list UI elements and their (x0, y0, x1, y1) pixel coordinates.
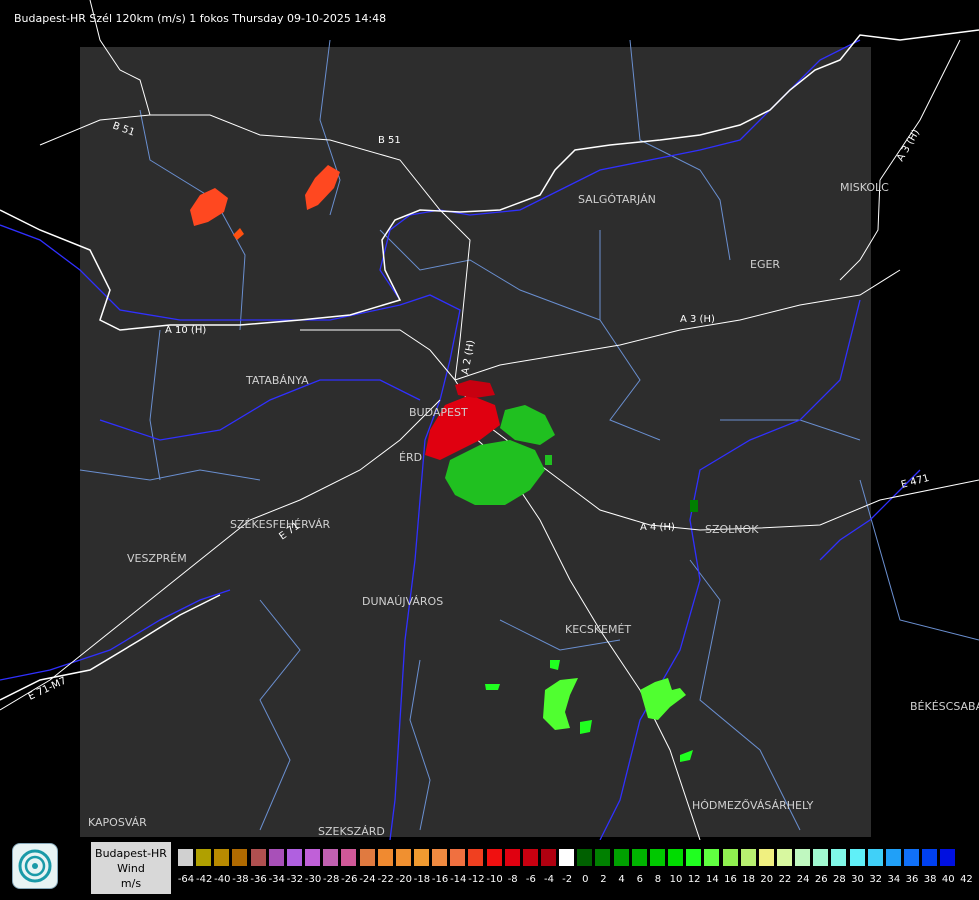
city-label: KAPOSVÁR (88, 816, 147, 829)
scale-swatch (394, 848, 412, 867)
legend-radar-name: Budapest-HR (95, 847, 167, 860)
echo-cell (485, 684, 500, 690)
scale-swatch (812, 848, 830, 867)
scale-swatch (848, 848, 866, 867)
scale-swatch (449, 848, 467, 867)
scale-swatch (685, 848, 703, 867)
city-label: MISKOLC (840, 181, 889, 194)
city-label: SZOLNOK (705, 523, 759, 536)
scale-swatch (594, 848, 612, 867)
road-label: B 51 (378, 135, 401, 146)
scale-swatch (340, 848, 358, 867)
scale-swatch (376, 848, 394, 867)
city-label: EGER (750, 258, 780, 271)
scale-swatch (558, 848, 576, 867)
city-label: BUDAPEST (409, 406, 468, 419)
scale-swatch (903, 848, 920, 867)
scale-swatch (267, 848, 285, 867)
scale-swatch (775, 848, 793, 867)
scale-swatch (231, 848, 249, 867)
city-label: ÉRD (399, 451, 422, 464)
scale-swatch (213, 848, 231, 867)
scale-swatch (630, 848, 648, 867)
city-label: KECSKEMÉT (565, 623, 631, 636)
scale-swatch (467, 848, 485, 867)
scale-swatch (358, 848, 376, 867)
scale-swatch (612, 848, 630, 867)
scale-swatch (304, 848, 322, 867)
legend-parameter: Wind (117, 862, 145, 875)
scale-swatch (195, 848, 213, 867)
scale-tick-label: 42 (960, 874, 973, 885)
scale-swatch (431, 848, 449, 867)
scale-swatch (177, 848, 194, 867)
scale-swatch (667, 848, 685, 867)
scale-swatch (249, 848, 267, 867)
swirl-icon (18, 849, 52, 883)
scale-swatch (285, 848, 303, 867)
legend-label: Budapest-HR Wind m/s (91, 842, 171, 894)
echo-cell (690, 500, 698, 512)
scale-swatch (794, 848, 812, 867)
road-label: A 4 (H) (640, 522, 675, 533)
scale-swatch (521, 848, 539, 867)
city-label: BÉKÉSCSABA (910, 700, 979, 713)
city-label: HÓDMEZŐVÁSÁRHELY (692, 798, 814, 812)
city-label: VESZPRÉM (127, 552, 187, 565)
echo-cell (545, 455, 552, 465)
city-label: SZÉKESFEHÉRVÁR (230, 518, 331, 531)
road-label: E 71-M7 (27, 675, 69, 702)
scale-swatch (939, 848, 957, 867)
scale-swatch (322, 848, 340, 867)
scale-swatch (830, 848, 848, 867)
city-label: DUNAÚJVÁROS (362, 595, 443, 608)
road-label: E 471 (900, 473, 930, 491)
city-label: SALGÓTARJÁN (578, 193, 656, 206)
city-label: TATABÁNYA (245, 374, 309, 387)
road-label: A 10 (H) (165, 325, 206, 336)
scale-swatch (540, 848, 557, 867)
scale-swatch (503, 848, 521, 867)
road-label: A 3 (H) (680, 314, 715, 325)
legend-unit: m/s (120, 877, 142, 890)
color-scale: -64 -42 -40 -38 -36 -34 -32 -30 -28 -26 -24 -22 -20-… (177, 848, 977, 890)
scale-swatch (703, 848, 721, 867)
city-label: SZEKSZÁRD (318, 825, 385, 838)
scale-swatch (485, 848, 503, 867)
scale-swatch (921, 848, 939, 867)
road-label: A 3 (H) (895, 128, 922, 164)
met-service-logo (12, 843, 58, 889)
scale-swatch (884, 848, 902, 867)
scale-swatch (648, 848, 666, 867)
scale-swatch (412, 848, 430, 867)
scale-swatch (576, 848, 594, 867)
radar-map[interactable]: SALGÓTARJÁN MISKOLC EGER TATABÁNYA BUDAP… (0, 0, 979, 840)
scale-swatch (757, 848, 775, 867)
scale-swatch (739, 848, 757, 867)
scale-swatch (866, 848, 884, 867)
scale-swatch (721, 848, 739, 867)
